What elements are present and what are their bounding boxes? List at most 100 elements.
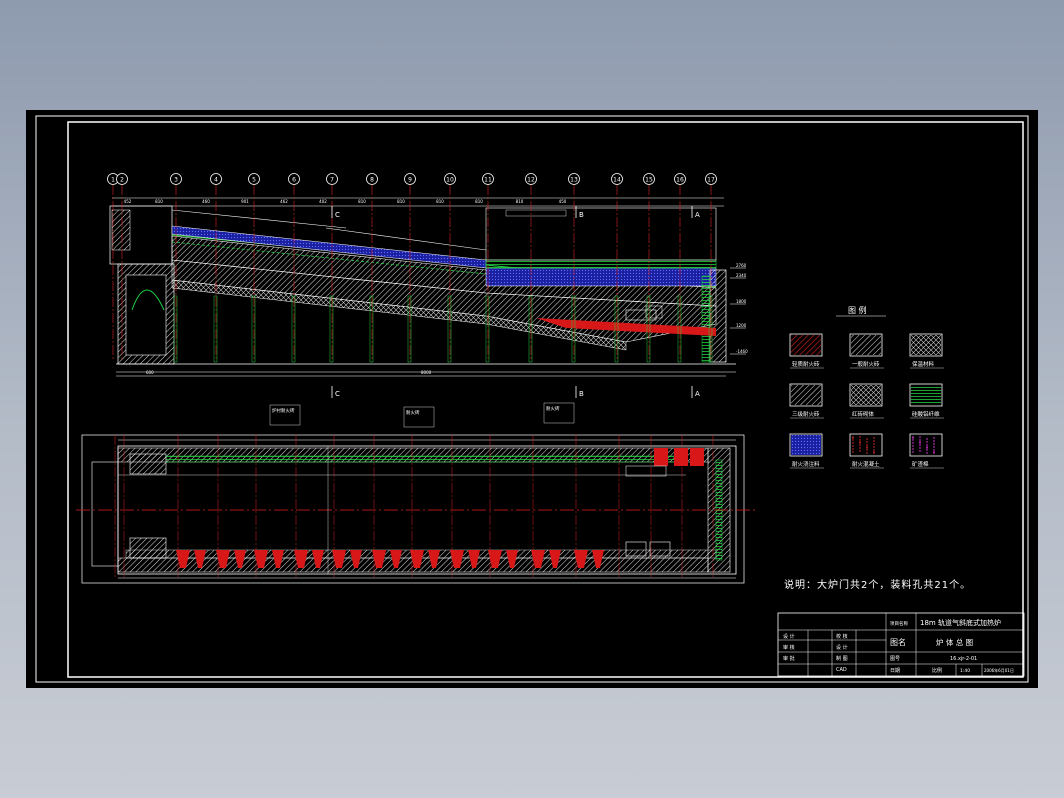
legend-dot (859, 442, 861, 444)
legend-dot (933, 452, 935, 454)
legend-dot (852, 451, 854, 453)
callout-box (403, 406, 435, 428)
dim-label: 810 (475, 199, 483, 204)
legend-label: 一般耐火砖 (852, 360, 880, 368)
legend-dot (866, 441, 868, 443)
legend-dot (873, 440, 875, 442)
number-label: 图号 (890, 656, 900, 662)
section-mark: A (695, 390, 700, 398)
legend-dot (926, 452, 928, 454)
legend-dot (866, 449, 868, 451)
axis-label: 3 (174, 177, 178, 184)
legend-swatch (911, 385, 941, 405)
project-label: 项目名称 (890, 620, 908, 627)
level-label: 1800 (736, 299, 747, 304)
legend-label: 耐火混凝土 (852, 460, 880, 468)
scale-value: 1:40 (960, 668, 970, 674)
legend-dot (933, 446, 935, 448)
plan-view (76, 434, 756, 584)
elevation-view: 452 810 460 901 462 402 810 810 810 810 810 450 (107, 173, 748, 398)
section-mark: B (579, 390, 584, 398)
dim-label: 810 (358, 199, 366, 204)
legend-swatch (911, 435, 941, 455)
dim-label: 810 (155, 199, 163, 204)
axis-label: 11 (484, 177, 492, 184)
axis-label: 1 (111, 177, 115, 184)
axis-label: 5 (252, 177, 256, 184)
legend-dot (926, 449, 928, 451)
legend-swatch (851, 385, 881, 405)
legend-dot (852, 442, 854, 444)
drawing-number: 16.xjr-2-01 (950, 656, 977, 662)
legend-dot (859, 444, 861, 446)
legend-label: 硅酸铝纤维 (912, 410, 940, 418)
dim-label: 810 (516, 199, 524, 204)
legend-dot (912, 445, 914, 447)
legend-dot (859, 439, 861, 441)
legend-dot (852, 445, 854, 447)
legend-dot (919, 450, 921, 452)
legend-dot (933, 440, 935, 442)
legend-dot (926, 447, 928, 449)
legend-label: 轻质耐火砖 (792, 360, 820, 368)
legend-dot (859, 436, 861, 438)
legend-dot (873, 446, 875, 448)
legend-dot (873, 449, 875, 451)
axis-label: 17 (707, 177, 715, 184)
axis-label: 9 (408, 177, 412, 184)
legend-dot (933, 437, 935, 439)
legend-dot (866, 452, 868, 454)
dim-label: 462 (280, 199, 288, 204)
dim-label: 402 (319, 199, 327, 204)
legend-label: 红砖砌体 (852, 410, 875, 418)
pillar (251, 295, 256, 363)
section-mark: A (695, 211, 700, 219)
level-label: 2760 (736, 263, 747, 268)
section-mark: C (335, 390, 340, 398)
tb-row-a: 审 核 (783, 644, 795, 651)
legend-dot (919, 442, 921, 444)
legend-title: 图 例 (848, 305, 867, 315)
axis-label: 16 (676, 177, 684, 184)
legend-dot (852, 439, 854, 441)
level-label: -1460 (736, 349, 748, 354)
callout-label: 炉衬耐火砖 (272, 407, 295, 414)
legend-dot (912, 451, 914, 453)
axis-label: 12 (527, 177, 535, 184)
svg-text:600: 600 (146, 370, 154, 375)
legend-dot (859, 450, 861, 452)
drawing-name: 炉 体 总 图 (936, 637, 973, 647)
legend-dot (866, 438, 868, 440)
legend-dot (912, 442, 914, 444)
legend-dot (912, 448, 914, 450)
legend-swatch (911, 335, 941, 355)
callout-box (269, 404, 301, 426)
axis-label: 6 (292, 177, 296, 184)
title-block: 项目名称 18m 轨道气斜底式加热炉 图名 炉 体 总 图 图号 16.xjr-… (777, 612, 1025, 677)
level-label: 1200 (736, 323, 747, 328)
legend-dot (926, 441, 928, 443)
legend-label: 矿渣棉 (912, 460, 929, 468)
date-value: 2006年6月01日 (984, 667, 1014, 673)
callout-label: 耐火砖 (406, 409, 420, 416)
tb-row-b: 设 计 (836, 644, 848, 651)
legend-dot (926, 438, 928, 440)
legend: 图 例 轻质耐火砖 一般耐火砖 保温材料三级耐火砖 红砖砌体 硅酸铝纤维耐火浇注料 耐火混… (789, 305, 944, 469)
pillar (173, 295, 178, 363)
legend-dot (919, 447, 921, 449)
legend-dot (919, 436, 921, 438)
axis-label: 7 (330, 177, 334, 184)
axis-label: 4 (214, 177, 218, 184)
legend-swatch (851, 435, 881, 455)
cad-drawing: 452 810 460 901 462 402 810 810 810 810 810 450 (35, 115, 1029, 683)
legend-label: 三级耐火砖 (792, 410, 820, 418)
legend-dot (919, 439, 921, 441)
legend-dot (926, 444, 928, 446)
legend-dot (873, 437, 875, 439)
axis-label: 15 (645, 177, 653, 184)
axis-label: 2 (120, 177, 124, 184)
note-text: 说明：大炉门共2个，装料孔共21个。 (784, 580, 972, 591)
tb-row-b: 制 图 (836, 655, 848, 662)
legend-swatch (791, 435, 821, 455)
drawing-canvas: 452 810 460 901 462 402 810 810 810 810 810 450 (26, 110, 1038, 688)
